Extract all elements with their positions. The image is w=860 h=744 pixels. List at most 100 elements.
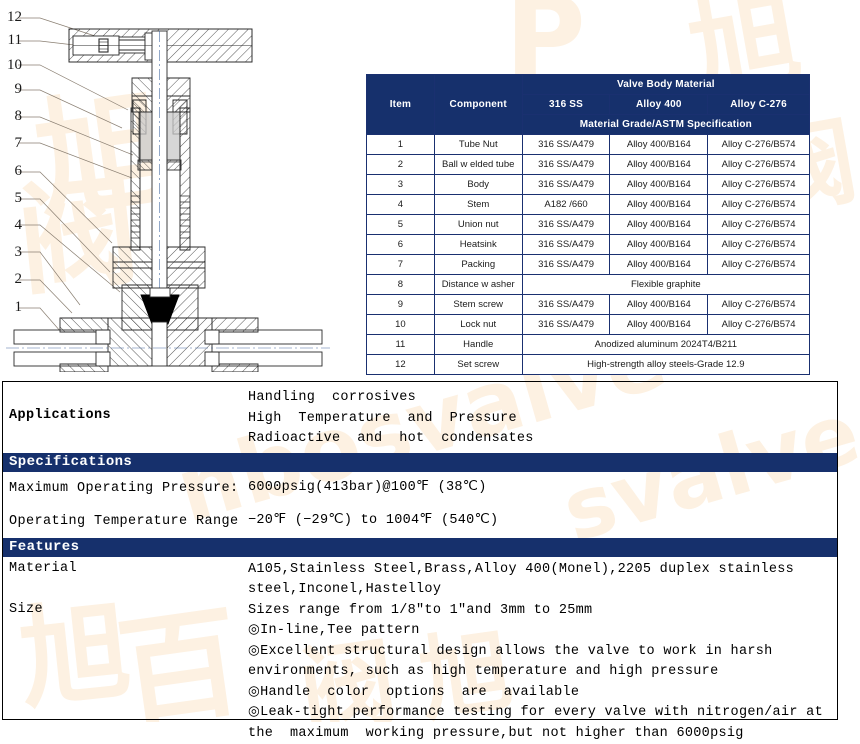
header-row-1: Item Component Valve Body Material (367, 75, 810, 95)
header-material-316ss: 316 SS (522, 95, 610, 115)
cell-material-alloy400: Alloy 400/B164 (610, 255, 708, 275)
cell-material-alloy400: Alloy 400/B164 (610, 175, 708, 195)
cell-item: 8 (367, 275, 435, 295)
cell-material-alloy400: Alloy 400/B164 (610, 215, 708, 235)
table-row: 10Lock nut316 SS/A479Alloy 400/B164Alloy… (367, 315, 810, 335)
cell-item: 4 (367, 195, 435, 215)
operating-temperature-value: −20℉ (−29℃) to 1004℉ (540℃) (248, 511, 837, 532)
callout-7: 7 (0, 135, 22, 152)
feature-bullets-row: ◎In-line,Tee pattern◎Excellent structura… (3, 621, 837, 744)
datasheet-info-panel: Applications Handling corrosives High Te… (2, 381, 838, 720)
cell-item: 10 (367, 315, 435, 335)
applications-value: Handling corrosives High Temperature and… (248, 388, 837, 450)
cell-material-alloyc276: Alloy C-276/B574 (708, 135, 810, 155)
callout-11: 11 (0, 32, 22, 49)
cell-material-316ss: 316 SS/A479 (522, 235, 610, 255)
size-value: Sizes range from 1/8″to 1″and 3mm to 25m… (248, 601, 837, 622)
cell-material-316ss: A182 /660 (522, 195, 610, 215)
callout-4: 4 (0, 217, 22, 234)
feature-bullet: ◎Handle color options are available (248, 683, 837, 704)
table-row: 2Ball w elded tube316 SS/A479Alloy 400/B… (367, 155, 810, 175)
features-band: Features (3, 538, 837, 557)
table-row: 3Body316 SS/A479Alloy 400/B164Alloy C-27… (367, 175, 810, 195)
cell-material-alloyc276: Alloy C-276/B574 (708, 315, 810, 335)
cell-material-alloyc276: Alloy C-276/B574 (708, 155, 810, 175)
applications-label: Applications (3, 388, 248, 423)
cell-component: Handle (434, 335, 522, 355)
cell-material-316ss: 316 SS/A479 (522, 255, 610, 275)
cell-material-alloy400: Alloy 400/B164 (610, 135, 708, 155)
header-component: Component (434, 75, 522, 135)
table-row: 12Set screwHigh-strength alloy steels-Gr… (367, 355, 810, 375)
valve-cross-section-diagram (0, 0, 366, 372)
cell-item: 11 (367, 335, 435, 355)
material-spec-table: Item Component Valve Body Material 316 S… (366, 74, 810, 375)
specifications-band: Specifications (3, 453, 837, 472)
cell-component: Body (434, 175, 522, 195)
callout-2: 2 (0, 271, 22, 288)
operating-temperature-row: Operating Temperature Range −20℉ (−29℃) … (3, 505, 837, 538)
cell-material-alloyc276: Alloy C-276/B574 (708, 295, 810, 315)
cell-item: 9 (367, 295, 435, 315)
material-row: Material A105,Stainless Steel,Brass,Allo… (3, 560, 837, 601)
table-body: 1Tube Nut316 SS/A479Alloy 400/B164Alloy … (367, 135, 810, 375)
size-row: Size Sizes range from 1/8″to 1″and 3mm t… (3, 601, 837, 622)
cell-component: Packing (434, 255, 522, 275)
cell-material-alloyc276: Alloy C-276/B574 (708, 175, 810, 195)
callout-1: 1 (0, 299, 22, 316)
cell-material-316ss: 316 SS/A479 (522, 295, 610, 315)
cell-component: Tube Nut (434, 135, 522, 155)
table-row: 11HandleAnodized aluminum 2024T4/B211 (367, 335, 810, 355)
cell-material-alloy400: Alloy 400/B164 (610, 195, 708, 215)
cell-item: 3 (367, 175, 435, 195)
max-operating-pressure-value: 6000psig(413bar)@100℉ (38℃) (248, 478, 837, 499)
cell-material-316ss: 316 SS/A479 (522, 315, 610, 335)
cell-item: 1 (367, 135, 435, 155)
header-item: Item (367, 75, 435, 135)
cell-material-alloy400: Alloy 400/B164 (610, 315, 708, 335)
header-valve-body-material: Valve Body Material (522, 75, 809, 95)
cell-component: Stem (434, 195, 522, 215)
cell-material-316ss: 316 SS/A479 (522, 155, 610, 175)
max-operating-pressure-label: Maximum Operating Pressure: (3, 481, 248, 496)
cell-material-alloyc276: Alloy C-276/B574 (708, 255, 810, 275)
feature-bullet: ◎Excellent structural design allows the … (248, 642, 837, 683)
applications-row: Applications Handling corrosives High Te… (3, 382, 837, 453)
header-material-alloy400: Alloy 400 (610, 95, 708, 115)
cell-component: Stem screw (434, 295, 522, 315)
table-row: 4StemA182 /660Alloy 400/B164Alloy C-276/… (367, 195, 810, 215)
cell-material-alloy400: Alloy 400/B164 (610, 235, 708, 255)
callout-12: 12 (0, 9, 22, 26)
cell-item: 6 (367, 235, 435, 255)
cell-component: Distance w asher (434, 275, 522, 295)
operating-temperature-label: Operating Temperature Range (3, 514, 248, 529)
cell-material-alloyc276: Alloy C-276/B574 (708, 195, 810, 215)
cell-material-316ss: 316 SS/A479 (522, 215, 610, 235)
material-value: A105,Stainless Steel,Brass,Alloy 400(Mon… (248, 560, 837, 601)
max-operating-pressure-row: Maximum Operating Pressure: 6000psig(413… (3, 472, 837, 505)
table-row: 8Distance w asherFlexible graphite (367, 275, 810, 295)
cell-material-alloyc276: Alloy C-276/B574 (708, 215, 810, 235)
callout-10: 10 (0, 57, 22, 74)
material-label: Material (3, 560, 248, 576)
header-material-alloyc276: Alloy C-276 (708, 95, 810, 115)
cell-material-316ss: 316 SS/A479 (522, 135, 610, 155)
cell-item: 12 (367, 355, 435, 375)
cell-material-merged: Flexible graphite (522, 275, 809, 295)
cell-material-merged: High-strength alloy steels-Grade 12.9 (522, 355, 809, 375)
table-row: 9Stem screw316 SS/A479Alloy 400/B164Allo… (367, 295, 810, 315)
table-head: Item Component Valve Body Material 316 S… (367, 75, 810, 135)
cell-component: Union nut (434, 215, 522, 235)
cell-component: Lock nut (434, 315, 522, 335)
feature-bullets-spacer (3, 621, 248, 622)
feature-bullets-list: ◎In-line,Tee pattern◎Excellent structura… (248, 621, 837, 744)
header-grade-spec: Material Grade/ASTM Specification (522, 115, 809, 135)
cell-material-merged: Anodized aluminum 2024T4/B211 (522, 335, 809, 355)
cell-component: Heatsink (434, 235, 522, 255)
cell-material-alloy400: Alloy 400/B164 (610, 155, 708, 175)
cell-item: 2 (367, 155, 435, 175)
callout-5: 5 (0, 190, 22, 207)
features-body: Material A105,Stainless Steel,Brass,Allo… (3, 557, 837, 744)
cell-material-316ss: 316 SS/A479 (522, 175, 610, 195)
callout-9: 9 (0, 81, 22, 98)
